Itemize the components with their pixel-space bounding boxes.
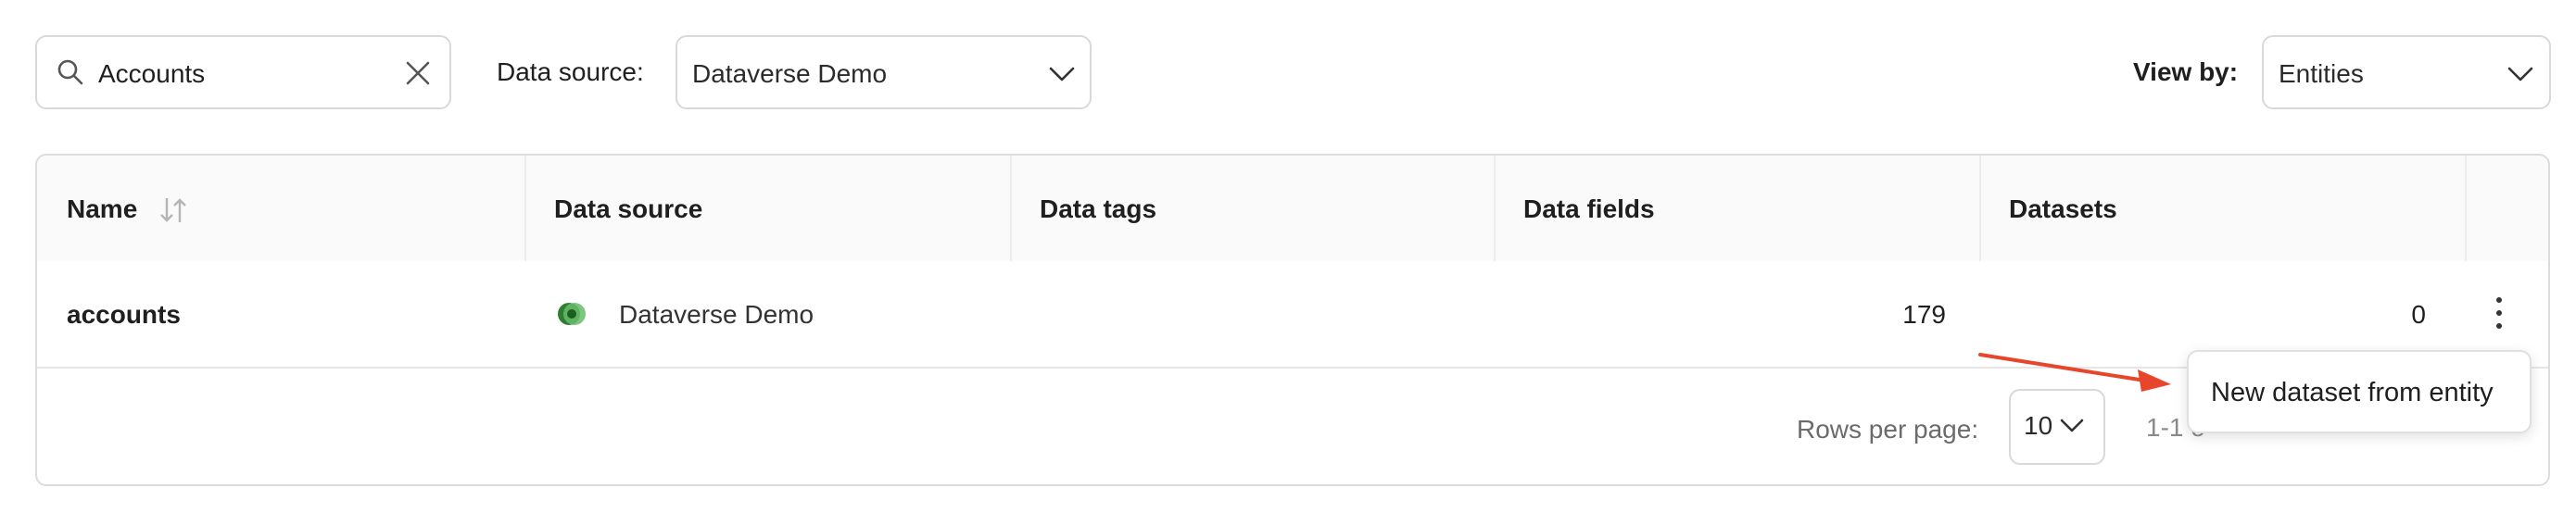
chevron-down-icon [1049, 67, 1075, 81]
menu-item-new-dataset-from-entity[interactable]: New dataset from entity [2211, 376, 2494, 409]
table-header: Name Data source Data tags Data fields D… [37, 156, 2548, 263]
cell-data-fields: 179 [1902, 300, 1946, 329]
rows-per-page-select[interactable]: 10 [2009, 389, 2105, 465]
cell-datasets: 0 [2411, 300, 2426, 329]
close-icon[interactable] [402, 57, 434, 89]
more-options-icon[interactable] [2494, 294, 2504, 332]
chevron-down-icon [2060, 419, 2084, 432]
annotation-arrow [1978, 353, 2171, 392]
column-header-datasets: Datasets [1979, 156, 2467, 261]
chevron-down-icon [2507, 67, 2533, 81]
rows-per-page-value: 10 [2024, 411, 2053, 440]
column-header-data-tags: Data tags [1010, 156, 1496, 261]
search-input[interactable]: Accounts [98, 57, 205, 91]
sort-icon[interactable] [158, 194, 189, 226]
search-box[interactable]: Accounts [35, 35, 451, 109]
row-context-menu: New dataset from entity [2187, 350, 2532, 433]
search-icon [57, 59, 83, 85]
cell-name: accounts [67, 300, 181, 329]
cell-data-source: Dataverse Demo [619, 300, 814, 329]
column-header-data-source: Data source [524, 156, 1012, 261]
data-source-label: Data source: [497, 57, 644, 86]
data-source-value: Dataverse Demo [692, 59, 888, 88]
rows-per-page-label: Rows per page: [1797, 415, 1979, 444]
view-by-value: Entities [2279, 59, 2364, 88]
dataverse-icon [558, 303, 586, 325]
view-by-select[interactable]: Entities [2262, 35, 2551, 109]
column-header-data-fields: Data fields [1494, 156, 1981, 261]
column-header-name[interactable]: Name [37, 156, 526, 261]
view-by-label: View by: [2133, 57, 2239, 86]
data-source-select[interactable]: Dataverse Demo [676, 35, 1092, 109]
